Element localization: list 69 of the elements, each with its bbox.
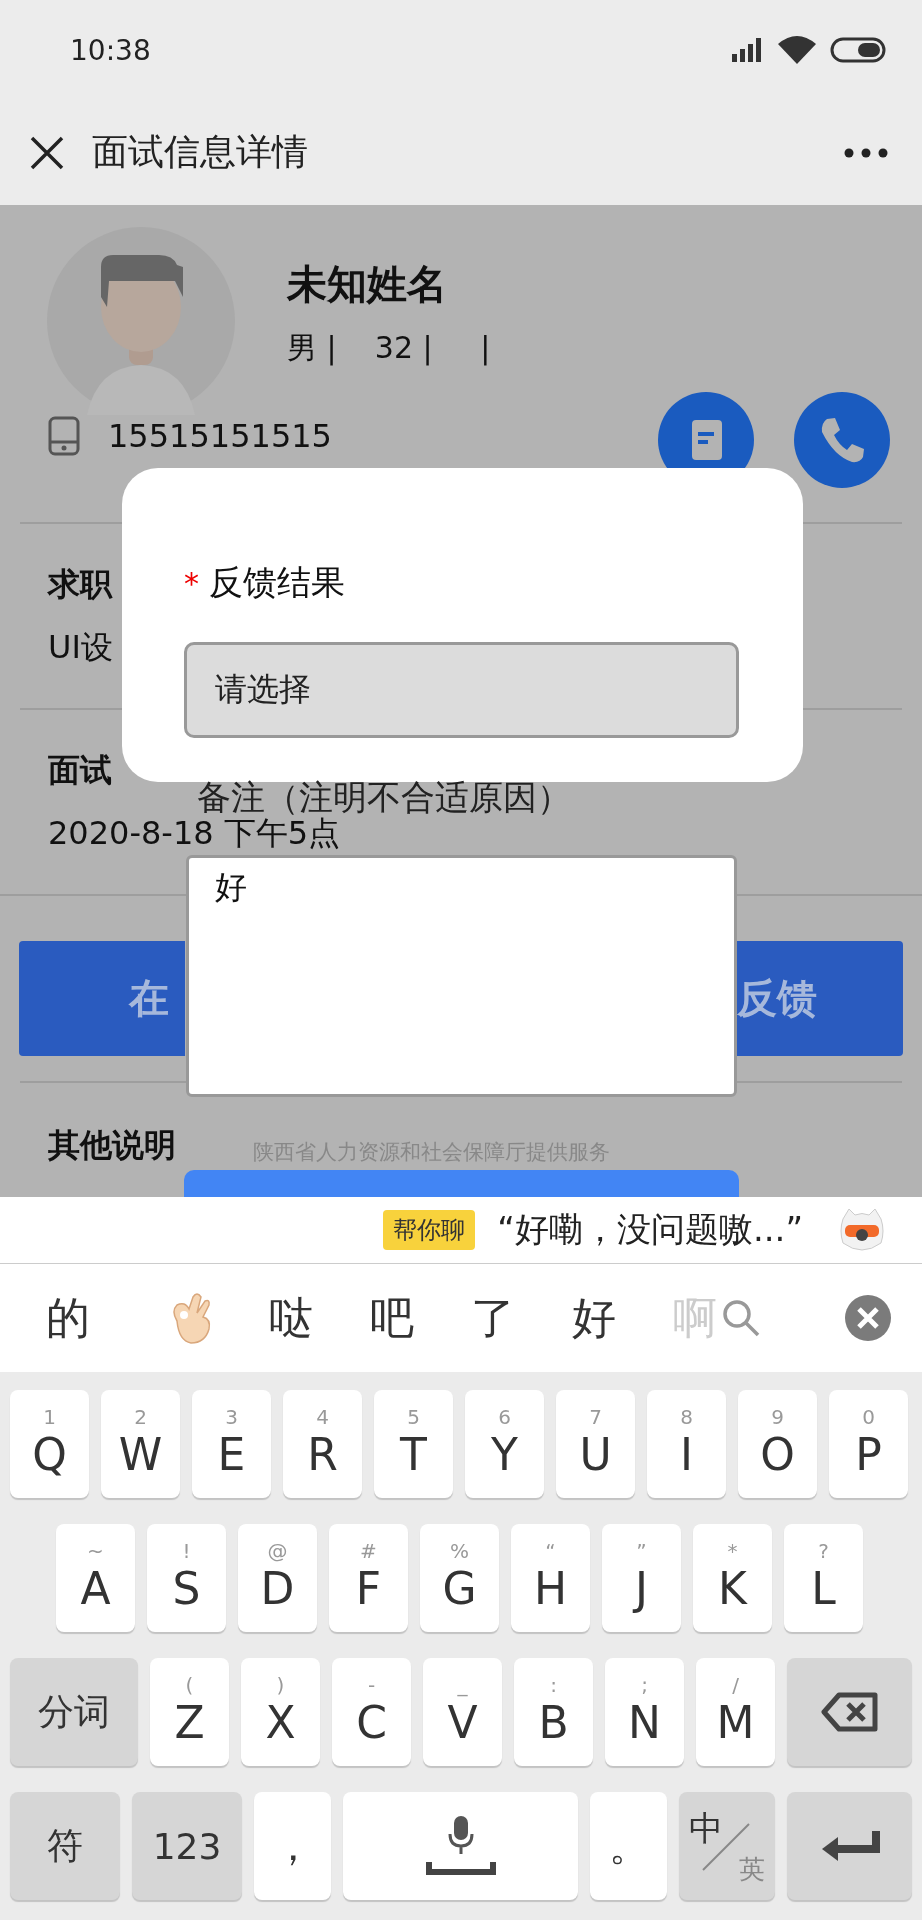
phone-number: 15515151515 <box>108 417 332 455</box>
avatar-icon <box>47 227 235 415</box>
letter-key[interactable]: % G <box>420 1524 499 1632</box>
section-value: UI设 <box>48 627 113 668</box>
letter-key[interactable]: ; N <box>605 1658 684 1766</box>
function-key[interactable]: 123 <box>132 1792 242 1900</box>
letter-key[interactable]: @ D <box>238 1524 317 1632</box>
clear-icon[interactable] <box>844 1294 892 1342</box>
signal-icon <box>732 38 764 62</box>
candidate-word[interactable]: 好 <box>572 1288 616 1348</box>
backspace-icon <box>820 1692 879 1732</box>
letter-key[interactable]: 8 I <box>647 1390 726 1498</box>
notes-textarea[interactable]: 好 <box>186 855 737 1097</box>
section-title: 其他说明 <box>48 1125 176 1166</box>
letter-key[interactable]: 4 R <box>283 1390 362 1498</box>
letter-key[interactable]: - C <box>332 1658 411 1766</box>
letter-key[interactable]: 1 Q <box>10 1390 89 1498</box>
letter-key[interactable]: ! S <box>147 1524 226 1632</box>
status-time: 10:38 <box>70 33 151 67</box>
chat-badge[interactable]: 帮你聊 <box>383 1210 476 1250</box>
letter-key[interactable]: 6 Y <box>465 1390 544 1498</box>
candidate-details: 男 | 32 | | <box>287 329 491 368</box>
function-key[interactable]: 符 <box>10 1792 120 1900</box>
letter-key[interactable]: * K <box>693 1524 772 1632</box>
letter-key[interactable]: : B <box>514 1658 593 1766</box>
enter-key[interactable] <box>787 1792 912 1900</box>
close-icon[interactable] <box>30 135 64 170</box>
mobile-phone-icon <box>48 416 80 456</box>
result-select[interactable]: 请选择 <box>184 642 739 738</box>
candidate-word[interactable]: 哒 <box>269 1288 313 1348</box>
letter-key[interactable]: ~ A <box>56 1524 135 1632</box>
section-title: 求职 <box>48 564 112 605</box>
notes-label: 备注（注明不合适原因） <box>197 776 571 817</box>
letter-key[interactable]: / M <box>696 1658 775 1766</box>
letter-key[interactable]: 7 U <box>556 1390 635 1498</box>
letter-key[interactable]: “ H <box>511 1524 590 1632</box>
page-title: 面试信息详情 <box>92 130 309 174</box>
function-key[interactable]: 分词 <box>10 1658 138 1766</box>
search-icon[interactable] <box>721 1298 761 1338</box>
punctuation-key[interactable]: ， <box>254 1792 331 1900</box>
letter-key[interactable]: 2 W <box>101 1390 180 1498</box>
section-value: 2020-8-18 下午5点 <box>48 814 341 854</box>
required-mark: * <box>184 565 199 601</box>
punctuation-key[interactable]: 。 <box>590 1792 667 1900</box>
candidate-word[interactable]: 了 <box>471 1288 515 1348</box>
letter-key[interactable]: 9 O <box>738 1390 817 1498</box>
letter-key[interactable]: ” J <box>602 1524 681 1632</box>
wifi-icon <box>778 36 816 64</box>
candidate-word[interactable]: 的 <box>46 1288 90 1348</box>
space-key[interactable] <box>343 1792 578 1900</box>
letter-key[interactable]: ? L <box>784 1524 863 1632</box>
field-label: 反馈结果 <box>209 561 345 604</box>
section-title: 面试 <box>48 750 112 791</box>
more-icon[interactable] <box>844 147 888 158</box>
microphone-icon <box>425 1816 496 1876</box>
candidate-word[interactable]: 吧 <box>370 1288 414 1348</box>
backspace-key[interactable] <box>787 1658 912 1766</box>
candidate-name: 未知姓名 <box>287 260 448 309</box>
letter-key[interactable]: 3 E <box>192 1390 271 1498</box>
phone-button-icon[interactable] <box>794 392 890 488</box>
letter-key[interactable]: ( Z <box>150 1658 229 1766</box>
letter-key[interactable]: _ V <box>423 1658 502 1766</box>
suggestion-text[interactable]: “好嘞，没问题嗷...” <box>497 1207 803 1253</box>
letter-key[interactable]: # F <box>329 1524 408 1632</box>
letter-key[interactable]: 0 P <box>829 1390 908 1498</box>
language-key[interactable]: 中 英 <box>679 1792 775 1900</box>
battery-icon <box>830 37 888 63</box>
letter-key[interactable]: 5 T <box>374 1390 453 1498</box>
letter-key[interactable]: ) X <box>241 1658 320 1766</box>
